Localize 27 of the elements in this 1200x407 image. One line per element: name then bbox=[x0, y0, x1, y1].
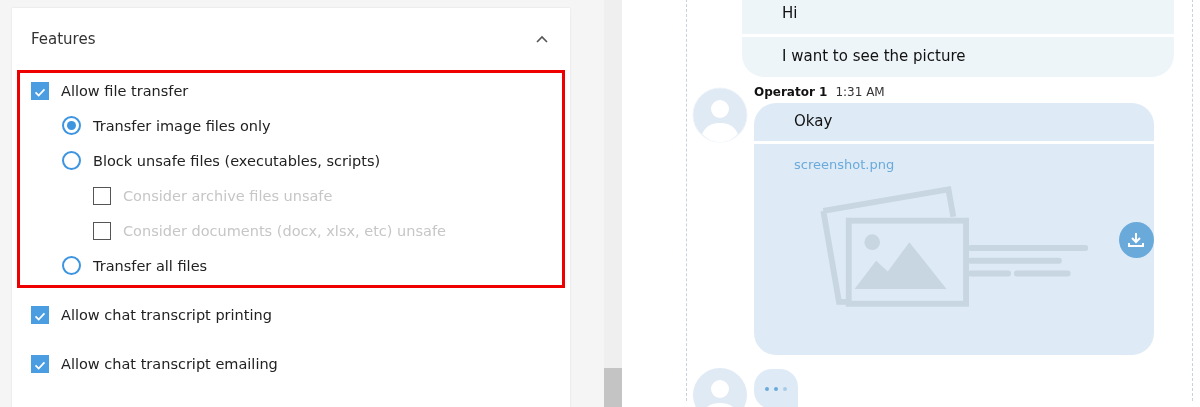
option-label: Transfer all files bbox=[93, 257, 208, 274]
scrollbar[interactable] bbox=[604, 0, 622, 407]
checkbox[interactable] bbox=[31, 81, 49, 100]
checkbox[interactable] bbox=[31, 354, 49, 373]
message-text: Hi bbox=[781, 3, 799, 24]
radio-button[interactable] bbox=[62, 116, 81, 135]
download-icon bbox=[1126, 230, 1147, 250]
avatar-icon bbox=[692, 87, 748, 143]
radio-button[interactable] bbox=[62, 151, 81, 170]
option-label: Consider documents (docx, xlsx, etc) unsafe bbox=[123, 222, 446, 239]
section-title: Features bbox=[31, 30, 96, 48]
message-text: Okay bbox=[793, 111, 834, 132]
message-time: 1:31 AM bbox=[835, 85, 885, 99]
chevron-icon[interactable] bbox=[536, 35, 548, 43]
option-label: Allow file transfer bbox=[61, 82, 189, 99]
file-link[interactable]: screenshot.png bbox=[794, 157, 895, 172]
sender-name: Operator 1 bbox=[754, 85, 828, 99]
option-label: Transfer image files only bbox=[93, 117, 271, 134]
download-button[interactable] bbox=[1118, 222, 1154, 258]
option-label: Consider archive files unsafe bbox=[123, 187, 333, 204]
option-label: Allow chat transcript printing bbox=[61, 306, 272, 323]
option-label: Allow chat transcript emailing bbox=[61, 355, 278, 372]
scrollbar-thumb[interactable] bbox=[604, 368, 622, 407]
radio-button[interactable] bbox=[62, 256, 81, 275]
message-text: I want to see the picture bbox=[781, 46, 967, 67]
option-label: Block unsafe files (executables, scripts) bbox=[93, 152, 381, 169]
checkbox[interactable] bbox=[31, 305, 49, 324]
